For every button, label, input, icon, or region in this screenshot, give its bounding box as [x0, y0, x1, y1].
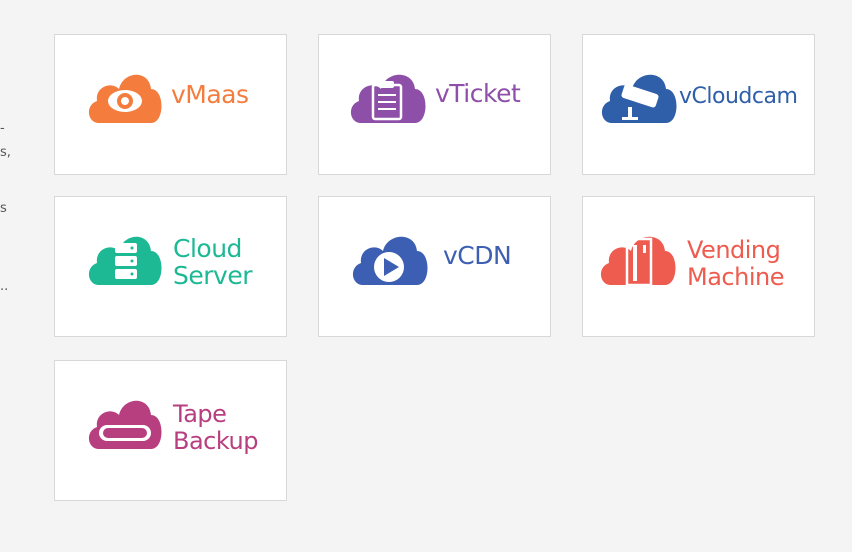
product-label: vCloudcam — [679, 84, 798, 109]
cloud-vending-machine-icon — [600, 236, 676, 287]
cloud-play-icon — [352, 236, 428, 285]
cloud-server-icon — [88, 236, 162, 285]
cloud-tape-icon — [88, 400, 162, 449]
product-card-tape-backup[interactable]: Tape Backup — [54, 360, 287, 501]
product-label-line2: Backup — [173, 427, 258, 455]
product-label: Vending Machine — [687, 237, 784, 291]
cloud-security-camera-icon — [601, 74, 677, 123]
product-card-vcloudcam[interactable]: vCloudcam — [582, 34, 815, 175]
product-label-line1: Vending — [687, 236, 781, 264]
product-card-vticket[interactable]: vTicket — [318, 34, 551, 175]
cropped-left-text: - s, s .. — [0, 0, 14, 552]
product-label-line2: Server — [173, 261, 252, 290]
product-card-vcdn[interactable]: vCDN — [318, 196, 551, 337]
product-label: vMaas — [171, 80, 249, 109]
text-fragment: s, — [0, 145, 11, 160]
text-fragment: s — [0, 201, 7, 216]
product-label-line2: Machine — [687, 263, 784, 291]
text-fragment: - — [0, 121, 5, 136]
product-label: vCDN — [443, 241, 512, 270]
product-card-vending-machine[interactable]: Vending Machine — [582, 196, 815, 337]
product-card-cloud-server[interactable]: Cloud Server — [54, 196, 287, 337]
cloud-eye-icon — [88, 74, 162, 123]
product-label-line1: Cloud — [173, 234, 242, 263]
product-label-line1: Tape — [173, 400, 227, 428]
text-fragment: .. — [0, 279, 9, 294]
product-card-vmaas[interactable]: vMaas — [54, 34, 287, 175]
product-label: Cloud Server — [173, 235, 252, 289]
product-label: Tape Backup — [173, 401, 258, 455]
cloud-clipboard-icon — [350, 74, 426, 123]
product-label: vTicket — [435, 79, 521, 108]
